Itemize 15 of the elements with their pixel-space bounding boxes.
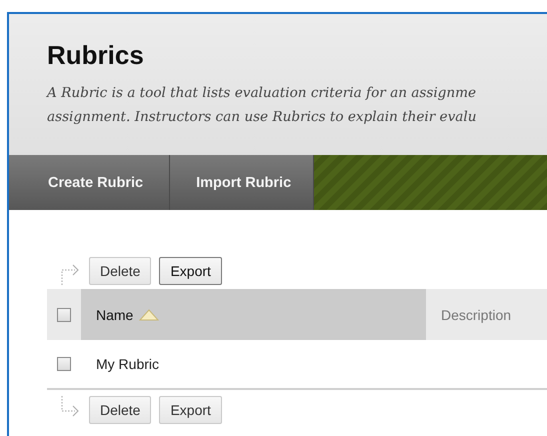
- column-header[interactable]: Description: [426, 289, 547, 340]
- select-all-checkbox[interactable]: [57, 308, 71, 322]
- column-header[interactable]: Name: [81, 289, 426, 340]
- sort-ascending-icon: [139, 308, 160, 320]
- export-button[interactable]: Export: [159, 257, 222, 285]
- action-bar-button[interactable]: Import Rubric: [170, 155, 314, 210]
- page-title: Rubrics: [47, 40, 144, 71]
- action-bar-button[interactable]: Create Rubric: [9, 155, 170, 210]
- page-description: assignment. Instructors can use Rubrics to explain their evalu: [47, 108, 476, 127]
- delete-button[interactable]: Delete: [89, 257, 152, 285]
- table-cell-text: My Rubric: [95, 356, 160, 372]
- page-description: A Rubric is a tool that lists evaluation criteria for an assignme: [47, 84, 476, 103]
- delete-button[interactable]: Delete: [89, 396, 152, 424]
- row-checkbox[interactable]: [57, 357, 71, 371]
- export-button[interactable]: Export: [159, 396, 222, 424]
